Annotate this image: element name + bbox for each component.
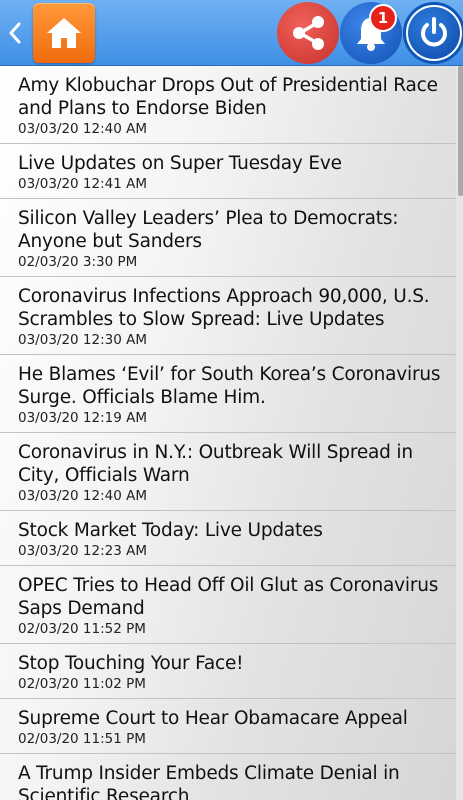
article-timestamp: 03/03/20 12:23 AM — [18, 543, 148, 559]
article-title: Coronavirus in N.Y.: Outbreak Will Sprea… — [18, 442, 413, 486]
app-header: 1 — [0, 0, 463, 66]
article-item[interactable]: Supreme Court to Hear Obamacare Appeal 02… — [0, 699, 456, 754]
article-title: Supreme Court to Hear Obamacare Appeal — [18, 708, 408, 729]
article-title: Stop Touching Your Face! — [18, 653, 244, 674]
article-item[interactable]: OPEC Tries to Head Off Oil Glut as Coron… — [0, 566, 456, 644]
article-item[interactable]: Silicon Valley Leaders’ Plea to Democrat… — [0, 199, 456, 277]
article-item[interactable]: Amy Klobuchar Drops Out of Presidential … — [0, 66, 456, 144]
power-button-face — [408, 7, 460, 59]
article-title: Live Updates on Super Tuesday Eve — [18, 153, 342, 174]
article-item[interactable]: Stock Market Today: Live Updates 03/03/20… — [0, 511, 456, 566]
article-timestamp: 02/03/20 11:02 PM — [18, 676, 146, 692]
scrollbar-thumb[interactable] — [458, 66, 463, 196]
article-timestamp: 02/03/20 11:52 PM — [18, 621, 146, 637]
article-title: Stock Market Today: Live Updates — [18, 520, 323, 541]
home-icon — [47, 18, 81, 48]
share-button[interactable] — [277, 2, 339, 64]
power-icon — [421, 17, 447, 47]
article-timestamp: 03/03/20 12:30 AM — [18, 332, 148, 348]
article-item[interactable]: Live Updates on Super Tuesday Eve 03/03/2… — [0, 144, 456, 199]
article-title: He Blames ‘Evil’ for South Korea’s Coron… — [18, 364, 441, 408]
share-icon — [293, 16, 324, 50]
back-button[interactable] — [6, 20, 24, 46]
article-title: Silicon Valley Leaders’ Plea to Democrat… — [18, 208, 399, 252]
article-title: Coronavirus Infections Approach 90,000, … — [18, 286, 430, 330]
article-timestamp: 03/03/20 12:40 AM — [18, 488, 148, 504]
chevron-left-icon — [9, 22, 21, 44]
article-timestamp: 03/03/20 12:19 AM — [18, 410, 148, 426]
article-timestamp: 02/03/20 3:30 PM — [18, 254, 138, 270]
article-timestamp: 02/03/20 11:51 PM — [18, 731, 146, 747]
article-item[interactable]: Coronavirus Infections Approach 90,000, … — [0, 277, 456, 355]
article-item[interactable]: A Trump Insider Embeds Climate Denial in… — [0, 754, 456, 800]
article-item[interactable]: Stop Touching Your Face! 02/03/20 11:02 P… — [0, 644, 456, 699]
article-title: A Trump Insider Embeds Climate Denial in… — [18, 763, 400, 800]
power-button[interactable] — [403, 2, 463, 64]
notification-count-badge: 1 — [369, 4, 397, 32]
article-list: Amy Klobuchar Drops Out of Presidential … — [0, 66, 456, 800]
article-timestamp: 03/03/20 12:41 AM — [18, 176, 148, 192]
article-timestamp: 03/03/20 12:40 AM — [18, 121, 148, 137]
article-item[interactable]: He Blames ‘Evil’ for South Korea’s Coron… — [0, 355, 456, 433]
article-title: Amy Klobuchar Drops Out of Presidential … — [18, 75, 438, 119]
home-button[interactable] — [33, 3, 95, 63]
article-item[interactable]: Coronavirus in N.Y.: Outbreak Will Sprea… — [0, 433, 456, 511]
article-title: OPEC Tries to Head Off Oil Glut as Coron… — [18, 575, 439, 619]
